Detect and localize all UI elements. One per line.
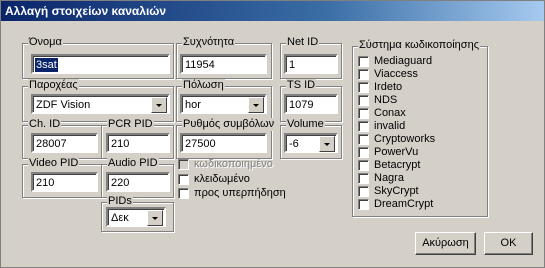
provider-label: Παροχέας <box>28 79 79 92</box>
net-id-input[interactable]: 1 <box>284 54 338 74</box>
frequency-input[interactable]: 11954 <box>180 54 267 74</box>
chevron-down-icon[interactable] <box>151 97 167 113</box>
ts-id-group: TS ID 1079 <box>280 79 342 122</box>
checkbox-box <box>358 120 369 132</box>
encryption-item[interactable]: Viaccess <box>358 68 418 80</box>
chevron-down-icon[interactable] <box>248 97 264 113</box>
frequency-group: Συχνότητα 11954 <box>176 36 272 79</box>
encrypted-checkbox[interactable]: κωδικοποιημένο <box>178 158 273 170</box>
pcr-pid-input[interactable]: 210 <box>106 133 170 153</box>
pids-group: PIDs Δεκ <box>101 195 174 232</box>
name-group: Όνομα 3sat <box>22 36 174 79</box>
encryption-group: Σύστημα κωδικοποίησης Mediaguard Viacces… <box>352 39 488 217</box>
encryption-item[interactable]: Betacrypt <box>358 159 420 171</box>
provider-group: Παροχέας ZDF Vision <box>22 79 174 122</box>
pcr-pid-label: PCR PID <box>107 118 154 131</box>
polarization-group: Πόλωση hor <box>176 79 272 122</box>
audio-pid-group: Audio PID 220 <box>101 157 174 198</box>
encryption-item[interactable]: Conax <box>358 107 406 119</box>
checkbox-box <box>358 133 369 145</box>
cancel-button[interactable]: Ακύρωση <box>415 232 476 255</box>
window-title: Αλλαγή στοιχείων καναλιών <box>5 4 167 18</box>
checkbox-box <box>178 187 189 199</box>
encryption-item[interactable]: Irdeto <box>358 81 402 93</box>
frequency-label: Συχνότητα <box>182 36 236 49</box>
audio-pid-label: Audio PID <box>107 157 159 170</box>
name-label: Όνομα <box>28 36 63 49</box>
provider-select[interactable]: ZDF Vision <box>31 94 170 114</box>
volume-label: Volume <box>286 118 325 131</box>
checkbox-box <box>358 159 369 171</box>
checkbox-box <box>358 198 369 210</box>
skip-checkbox[interactable]: προς υπερπήδηση <box>178 187 286 199</box>
encryption-item[interactable]: NDS <box>358 94 397 106</box>
polarization-select[interactable]: hor <box>180 94 267 114</box>
net-id-group: Net ID 1 <box>280 36 342 79</box>
checkbox-box <box>358 55 369 67</box>
volume-group: Volume -6 <box>280 118 342 159</box>
chevron-down-icon[interactable] <box>319 136 335 152</box>
checkbox-box <box>358 107 369 119</box>
checkbox-box <box>358 185 369 197</box>
video-pid-label: Video PID <box>28 157 80 170</box>
encryption-item[interactable]: Cryptoworks <box>358 133 435 145</box>
polarization-label: Πόλωση <box>182 79 225 92</box>
net-id-label: Net ID <box>286 36 320 49</box>
audio-pid-input[interactable]: 220 <box>106 172 170 192</box>
encryption-item[interactable]: DreamCrypt <box>358 198 433 210</box>
encryption-item[interactable]: PowerVu <box>358 146 418 158</box>
name-input[interactable]: 3sat <box>31 54 170 74</box>
encryption-label: Σύστημα κωδικοποίησης <box>358 39 480 52</box>
symbol-rate-group: Ρυθμός συμβόλων 27500 <box>176 118 276 159</box>
ts-id-label: TS ID <box>286 79 317 92</box>
checkbox-box <box>358 81 369 93</box>
encryption-item[interactable]: invalid <box>358 120 405 132</box>
checkbox-box <box>178 173 189 185</box>
video-pid-group: Video PID 210 <box>22 157 102 198</box>
encryption-item[interactable]: Nagra <box>358 172 404 184</box>
checkbox-box <box>358 172 369 184</box>
checkbox-box <box>358 94 369 106</box>
ts-id-input[interactable]: 1079 <box>284 94 338 114</box>
symbol-rate-input[interactable]: 27500 <box>180 133 267 153</box>
ch-id-group: Ch. ID 28007 <box>22 118 102 159</box>
video-pid-input[interactable]: 210 <box>31 172 98 192</box>
pcr-pid-group: PCR PID 210 <box>101 118 174 159</box>
pids-select[interactable]: Δεκ <box>106 207 166 227</box>
encryption-item[interactable]: Mediaguard <box>358 55 432 67</box>
ok-button[interactable]: OK <box>484 232 533 255</box>
encryption-item[interactable]: SkyCrypt <box>358 185 419 197</box>
chevron-down-icon[interactable] <box>147 210 163 226</box>
locked-checkbox[interactable]: κλειδωμένο <box>178 173 250 185</box>
checkbox-box <box>178 158 189 170</box>
checkbox-box <box>358 146 369 158</box>
ch-id-input[interactable]: 28007 <box>31 133 98 153</box>
dialog-window: Αλλαγή στοιχείων καναλιών Όνομα 3sat Συχ… <box>0 0 545 268</box>
volume-select[interactable]: -6 <box>284 133 338 153</box>
symbol-rate-label: Ρυθμός συμβόλων <box>182 118 276 131</box>
checkbox-box <box>358 68 369 80</box>
ch-id-label: Ch. ID <box>28 118 62 131</box>
title-bar[interactable]: Αλλαγή στοιχείων καναλιών <box>1 1 544 21</box>
